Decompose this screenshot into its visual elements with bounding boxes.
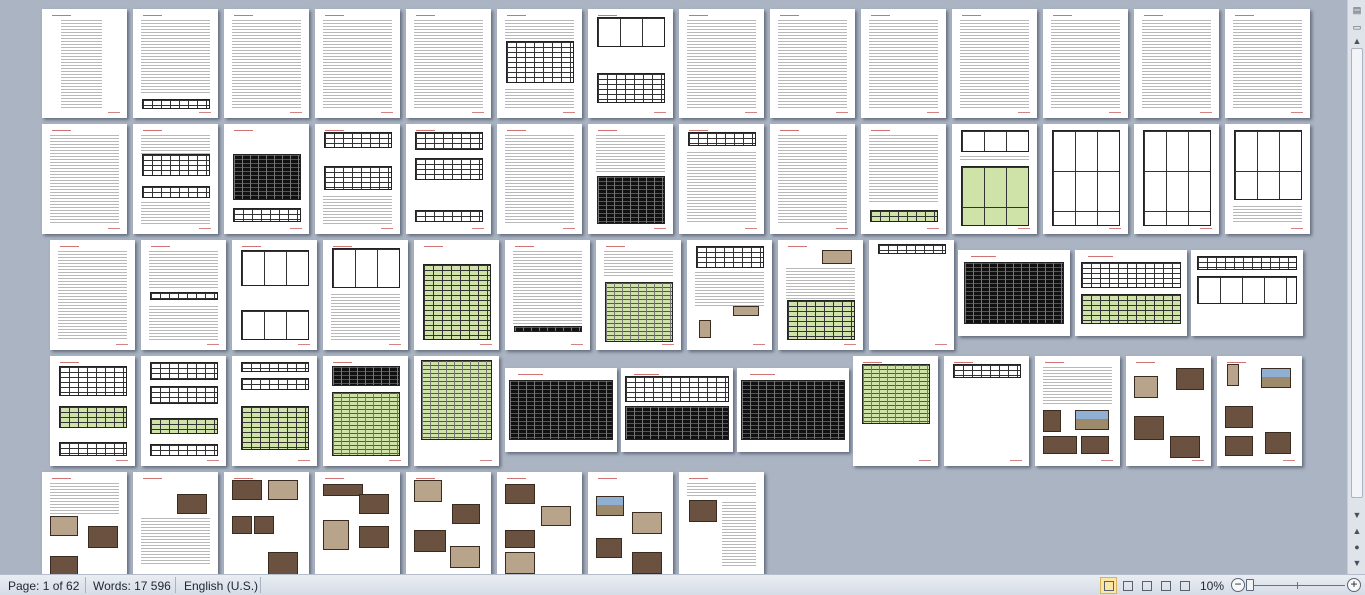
document-page[interactable] — [944, 356, 1029, 466]
status-bar: Page: 1 of 62 Words: 17 596 English (U.S… — [0, 574, 1365, 595]
document-page[interactable] — [505, 240, 590, 350]
document-page[interactable] — [952, 124, 1037, 234]
document-page[interactable] — [1225, 9, 1310, 118]
document-page[interactable] — [1217, 356, 1302, 466]
document-page[interactable] — [1134, 9, 1219, 118]
document-page[interactable] — [588, 9, 673, 118]
page-count[interactable]: Page: 1 of 62 — [8, 578, 79, 594]
scroll-up-icon[interactable]: ▲ — [1350, 34, 1364, 48]
document-page[interactable] — [414, 356, 499, 466]
document-page[interactable] — [133, 9, 218, 118]
document-page[interactable] — [621, 368, 733, 452]
document-page[interactable] — [861, 124, 946, 234]
next-page-icon[interactable]: ▼ — [1350, 556, 1364, 570]
document-page[interactable] — [232, 356, 317, 466]
document-workspace[interactable] — [0, 0, 1347, 574]
document-page[interactable] — [497, 472, 582, 574]
document-page[interactable] — [737, 368, 849, 452]
zoom-slider-midpoint — [1297, 582, 1298, 589]
document-page[interactable] — [133, 124, 218, 234]
document-page[interactable] — [687, 240, 772, 350]
document-page[interactable] — [497, 9, 582, 118]
document-page[interactable] — [406, 124, 491, 234]
document-page[interactable] — [323, 240, 408, 350]
document-page[interactable] — [588, 472, 673, 574]
document-page[interactable] — [1134, 124, 1219, 234]
document-map-icon[interactable]: ▤ — [1350, 3, 1364, 17]
zoom-level[interactable]: 10% — [1200, 578, 1224, 594]
document-page[interactable] — [323, 356, 408, 466]
outline-icon[interactable] — [1157, 577, 1174, 594]
zoom-slider-thumb[interactable] — [1246, 579, 1254, 591]
document-page[interactable] — [42, 472, 127, 574]
document-page[interactable] — [1191, 250, 1303, 336]
draft-icon[interactable] — [1176, 577, 1193, 594]
web-layout-icon[interactable] — [1138, 577, 1155, 594]
document-page[interactable] — [497, 124, 582, 234]
zoom-in-button[interactable]: + — [1347, 578, 1361, 592]
document-page[interactable] — [315, 472, 400, 574]
ruler-icon[interactable]: ▭ — [1350, 20, 1364, 34]
document-page[interactable] — [778, 240, 863, 350]
document-page[interactable] — [952, 9, 1037, 118]
document-page[interactable] — [315, 9, 400, 118]
document-page[interactable] — [414, 240, 499, 350]
vertical-scrollbar[interactable]: ▤ ▭ ▲ ▼ ▲ ● ▼ — [1347, 0, 1365, 574]
document-page[interactable] — [232, 240, 317, 350]
document-page[interactable] — [406, 472, 491, 574]
document-page[interactable] — [42, 9, 127, 118]
document-page[interactable] — [1126, 356, 1211, 466]
document-page[interactable] — [133, 472, 218, 574]
language-indicator[interactable]: English (U.S.) — [184, 578, 258, 594]
document-page[interactable] — [1043, 9, 1128, 118]
document-page[interactable] — [596, 240, 681, 350]
document-page[interactable] — [1225, 124, 1310, 234]
document-page[interactable] — [224, 472, 309, 574]
document-page[interactable] — [141, 240, 226, 350]
document-page[interactable] — [770, 124, 855, 234]
document-page[interactable] — [406, 9, 491, 118]
document-page[interactable] — [679, 472, 764, 574]
document-page[interactable] — [861, 9, 946, 118]
document-page[interactable] — [42, 124, 127, 234]
select-browse-object-icon[interactable]: ● — [1350, 540, 1364, 554]
print-layout-icon[interactable] — [1100, 577, 1117, 594]
document-page[interactable] — [315, 124, 400, 234]
document-page[interactable] — [1035, 356, 1120, 466]
document-page[interactable] — [588, 124, 673, 234]
full-screen-reading-icon[interactable] — [1119, 577, 1136, 594]
document-page[interactable] — [853, 356, 938, 466]
document-page[interactable] — [50, 356, 135, 466]
scroll-down-icon[interactable]: ▼ — [1350, 508, 1364, 522]
document-page[interactable] — [1043, 124, 1128, 234]
document-page[interactable] — [679, 9, 764, 118]
word-count[interactable]: Words: 17 596 — [93, 578, 171, 594]
document-page[interactable] — [679, 124, 764, 234]
document-page[interactable] — [50, 240, 135, 350]
zoom-slider[interactable] — [1253, 585, 1345, 586]
previous-page-icon[interactable]: ▲ — [1350, 524, 1364, 538]
scrollbar-thumb[interactable] — [1351, 48, 1363, 498]
document-page[interactable] — [505, 368, 617, 452]
document-page[interactable] — [224, 124, 309, 234]
document-page[interactable] — [1075, 250, 1187, 336]
document-page[interactable] — [224, 9, 309, 118]
zoom-out-button[interactable]: − — [1231, 578, 1245, 592]
document-page[interactable] — [770, 9, 855, 118]
document-page[interactable] — [958, 250, 1070, 336]
document-page[interactable] — [869, 240, 954, 350]
document-page[interactable] — [141, 356, 226, 466]
